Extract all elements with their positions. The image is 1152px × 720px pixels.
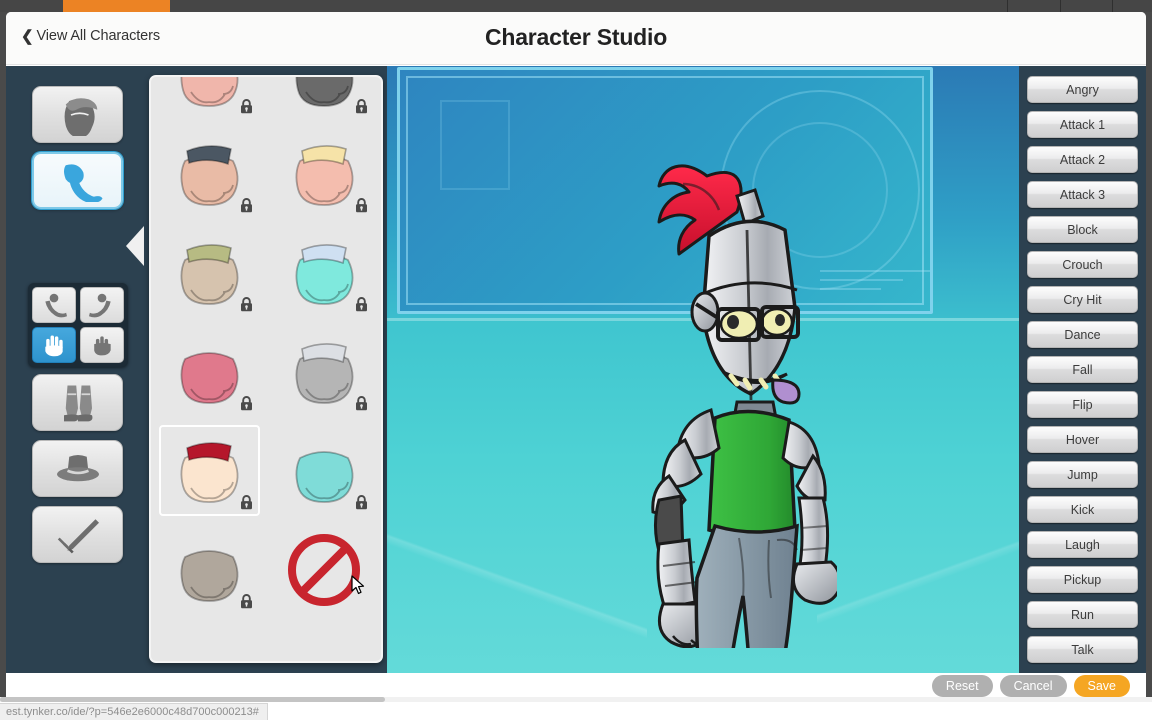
action-button-talk[interactable]: Talk [1027, 636, 1138, 663]
part-button-arm[interactable] [32, 152, 123, 209]
item-tile-hand-metal-box[interactable] [266, 322, 381, 421]
footer-actions: Reset Cancel Save [931, 675, 1130, 697]
chrome-divider [1007, 0, 1008, 12]
arm-icon [63, 163, 102, 202]
shirt [707, 409, 797, 539]
character-stage [387, 66, 1025, 673]
window-edge-right [1146, 12, 1152, 700]
action-button-fall[interactable]: Fall [1027, 356, 1138, 383]
action-button-laugh[interactable]: Laugh [1027, 531, 1138, 558]
item-tile-hand-pink[interactable] [151, 77, 266, 124]
item-grid-panel[interactable] [149, 75, 383, 663]
padlock-icon [241, 99, 252, 114]
action-button-run[interactable]: Run [1027, 601, 1138, 628]
subpart-button-arm-left[interactable] [32, 287, 76, 323]
padlock-icon [241, 396, 252, 411]
action-button-crouch[interactable]: Crouch [1027, 251, 1138, 278]
part-button-head[interactable] [32, 86, 123, 143]
selection-caret [126, 226, 144, 266]
item-tile-hand-dark-gray[interactable] [266, 77, 381, 124]
action-button-dance[interactable]: Dance [1027, 321, 1138, 348]
browser-tab-active[interactable] [63, 0, 170, 12]
subpart-button-hand-open[interactable] [32, 327, 76, 363]
app-window: ❮ View All Characters Character Studio A… [6, 12, 1146, 700]
hat-icon [56, 454, 99, 481]
action-button-flip[interactable]: Flip [1027, 391, 1138, 418]
subpart-selector [28, 283, 128, 367]
padlock-icon [356, 396, 367, 411]
cancel-button[interactable]: Cancel [999, 675, 1067, 697]
action-button-hover[interactable]: Hover [1027, 426, 1138, 453]
save-button[interactable]: Save [1073, 675, 1130, 697]
action-button-kick[interactable]: Kick [1027, 496, 1138, 523]
action-button-pickup[interactable]: Pickup [1027, 566, 1138, 593]
horizontal-scrollbar[interactable] [0, 697, 1152, 702]
right-hand [791, 560, 837, 605]
part-button-legs[interactable] [32, 374, 123, 431]
action-button-attack-1[interactable]: Attack 1 [1027, 111, 1138, 138]
action-button-angry[interactable]: Angry [1027, 76, 1138, 103]
arm-right-icon [89, 293, 111, 318]
subpart-button-hand-fist[interactable] [80, 327, 124, 363]
reset-button[interactable]: Reset [931, 675, 993, 697]
item-tile-hand-taupe[interactable] [151, 520, 266, 619]
editor-body: Angry Attack 1 Attack 2 Attack 3 Block Crouch… [6, 66, 1146, 673]
item-grid [151, 77, 381, 619]
part-button-sword[interactable] [32, 506, 123, 563]
browser-chrome [0, 0, 1152, 12]
item-tile-hand-olive-cuff[interactable] [151, 223, 266, 322]
action-buttons-rail[interactable]: Angry Attack 1 Attack 2 Attack 3 Block Crouch… [1019, 66, 1146, 673]
browser-status-bar: est.tynker.co/ide/?p=546e2e6000c48d700c0… [0, 697, 1152, 720]
padlock-icon [356, 495, 367, 510]
item-tile-hand-none[interactable] [266, 520, 381, 619]
item-tile-hand-red-cuff[interactable] [151, 421, 266, 520]
action-button-attack-3[interactable]: Attack 3 [1027, 181, 1138, 208]
hand-fist-icon [94, 336, 111, 356]
item-tile-hand-gauntlet[interactable] [151, 124, 266, 223]
sword-icon [57, 518, 99, 553]
padlock-icon [241, 495, 252, 510]
chrome-divider [1112, 0, 1113, 12]
padlock-icon [356, 297, 367, 312]
chrome-divider [1060, 0, 1061, 12]
legs-icon [63, 385, 92, 421]
padlock-icon [241, 594, 252, 609]
action-button-cry-hit[interactable]: Cry Hit [1027, 286, 1138, 313]
subpart-button-arm-right[interactable] [80, 287, 124, 323]
item-tile-hand-gold-cuff[interactable] [266, 124, 381, 223]
action-button-attack-2[interactable]: Attack 2 [1027, 146, 1138, 173]
stage-decor-rect [440, 100, 510, 190]
app-header: ❮ View All Characters Character Studio [6, 12, 1146, 65]
action-button-jump[interactable]: Jump [1027, 461, 1138, 488]
item-tile-hand-red[interactable] [151, 322, 266, 421]
padlock-icon [241, 297, 252, 312]
item-tile-hand-orb[interactable] [266, 223, 381, 322]
padlock-icon [356, 99, 367, 114]
item-tile-hand-cyan[interactable] [266, 421, 381, 520]
character-avatar[interactable] [587, 88, 837, 648]
stage-floor-streak [817, 486, 1025, 673]
no-entry-icon [287, 533, 360, 606]
part-button-hat[interactable] [32, 440, 123, 497]
app-footer: Reset Cancel Save [6, 673, 1146, 700]
action-button-block[interactable]: Block [1027, 216, 1138, 243]
jeans [694, 523, 799, 648]
scrollbar-thumb[interactable] [0, 697, 385, 702]
arm-left-icon [45, 293, 67, 318]
padlock-icon [356, 198, 367, 213]
status-url-text: est.tynker.co/ide/?p=546e2e6000c48d700c0… [0, 703, 268, 720]
hand-open-icon [45, 335, 63, 357]
page-title: Character Studio [484, 23, 668, 50]
padlock-icon [241, 198, 252, 213]
head-icon [64, 97, 97, 136]
tongue [771, 378, 801, 405]
